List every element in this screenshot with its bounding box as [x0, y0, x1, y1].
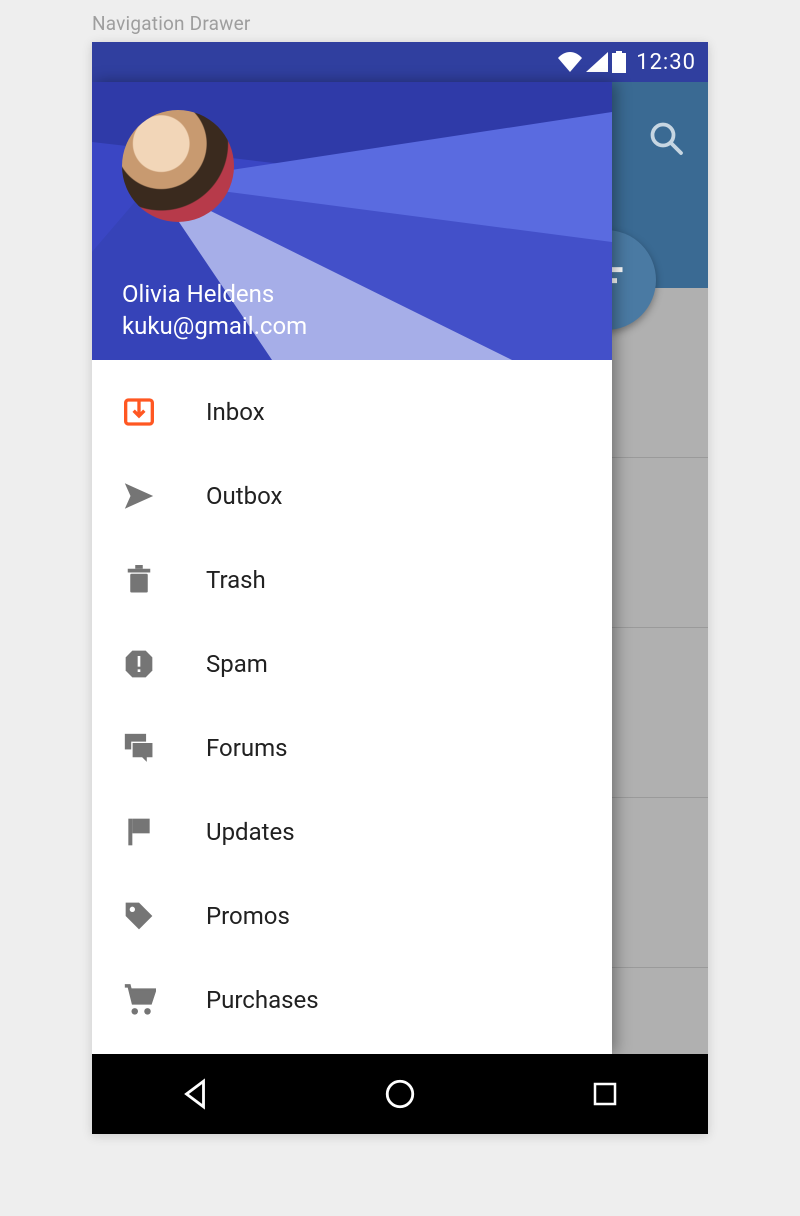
- user-email: kuku@gmail.com: [122, 312, 307, 340]
- send-icon: [122, 479, 156, 513]
- drawer-item-trash[interactable]: Trash: [92, 538, 612, 622]
- drawer-item-label: Updates: [206, 818, 295, 846]
- cell-signal-icon: [586, 52, 608, 72]
- phone-frame: 12:30 Olivia: [92, 42, 708, 1134]
- drawer-item-inbox[interactable]: Inbox: [92, 370, 612, 454]
- drawer-item-outbox[interactable]: Outbox: [92, 454, 612, 538]
- back-button[interactable]: [175, 1074, 215, 1114]
- home-icon: [383, 1077, 417, 1111]
- drawer-item-forums[interactable]: Forums: [92, 706, 612, 790]
- avatar[interactable]: [122, 110, 234, 222]
- back-icon: [178, 1077, 212, 1111]
- recent-icon: [590, 1079, 620, 1109]
- status-bar: 12:30: [92, 42, 708, 82]
- drawer-item-label: Promos: [206, 902, 290, 930]
- navigation-drawer: Olivia Heldens kuku@gmail.com Inbox Outb…: [92, 82, 612, 1054]
- trash-icon: [122, 563, 156, 597]
- drawer-item-purchases[interactable]: Purchases: [92, 958, 612, 1042]
- status-time: 12:30: [636, 50, 696, 75]
- drawer-header: Olivia Heldens kuku@gmail.com: [92, 82, 612, 360]
- flag-icon: [122, 815, 156, 849]
- battery-icon: [612, 51, 626, 73]
- drawer-list: Inbox Outbox Trash Spam: [92, 360, 612, 1054]
- search-button[interactable]: [646, 118, 686, 158]
- drawer-item-updates[interactable]: Updates: [92, 790, 612, 874]
- wifi-icon: [558, 52, 582, 72]
- forums-icon: [122, 731, 156, 765]
- drawer-item-label: Spam: [206, 650, 268, 678]
- drawer-item-label: Inbox: [206, 398, 265, 426]
- drawer-item-label: Purchases: [206, 986, 319, 1014]
- drawer-item-label: Outbox: [206, 482, 282, 510]
- drawer-item-label: Forums: [206, 734, 288, 762]
- drawer-item-label: Trash: [206, 566, 266, 594]
- cart-icon: [122, 983, 156, 1017]
- spam-icon: [122, 647, 156, 681]
- inbox-icon: [122, 395, 156, 429]
- user-name: Olivia Heldens: [122, 280, 274, 308]
- drawer-item-spam[interactable]: Spam: [92, 622, 612, 706]
- page-title: Navigation Drawer: [92, 12, 251, 35]
- home-button[interactable]: [380, 1074, 420, 1114]
- recent-button[interactable]: [585, 1074, 625, 1114]
- search-icon: [648, 120, 684, 156]
- android-nav-bar: [92, 1054, 708, 1134]
- drawer-item-promos[interactable]: Promos: [92, 874, 612, 958]
- tag-icon: [122, 899, 156, 933]
